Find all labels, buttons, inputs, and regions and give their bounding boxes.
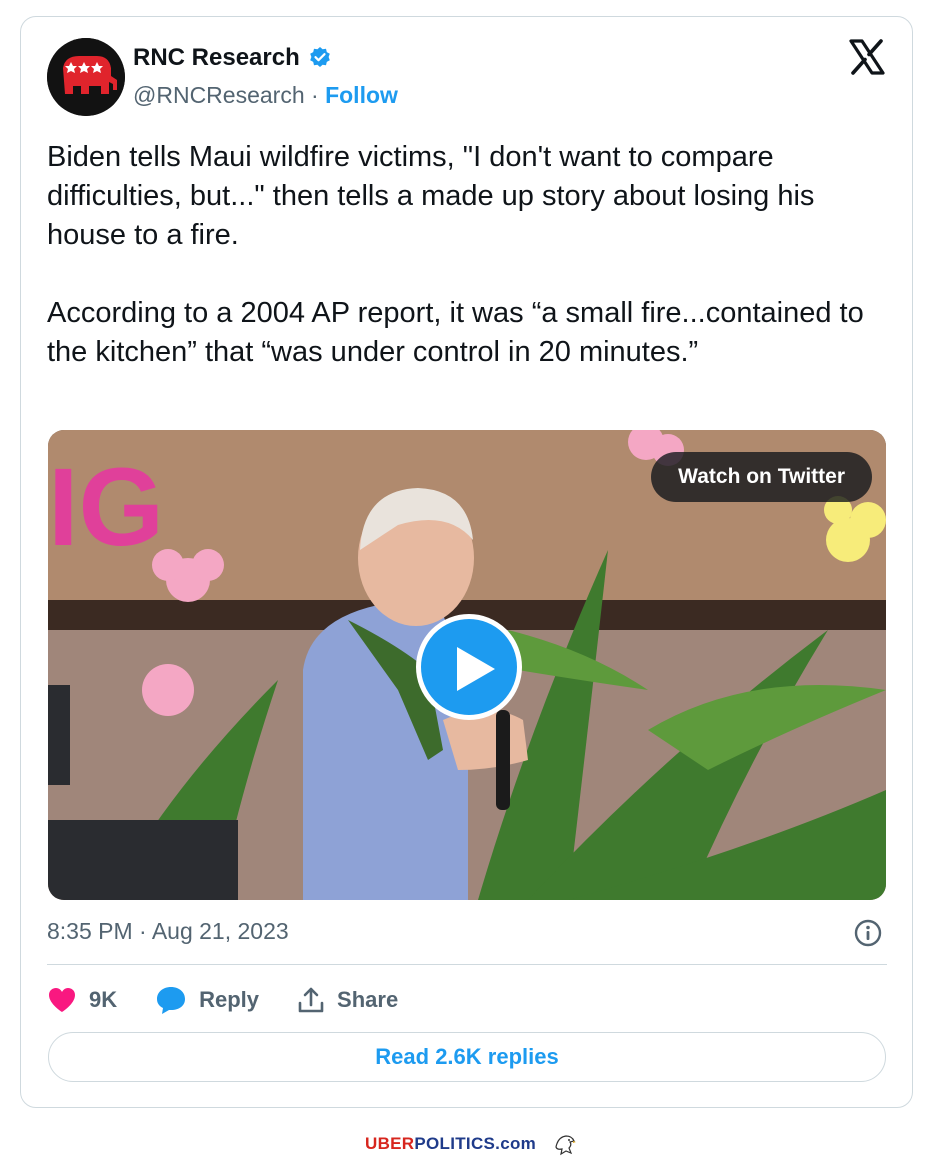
reply-label: Reply <box>199 987 260 1012</box>
like-count: 9K <box>89 987 118 1012</box>
author-handle-row: @RNCResearch · Follow <box>133 82 398 109</box>
follow-button[interactable]: Follow <box>325 82 398 108</box>
read-replies-button[interactable]: Read 2.6K replies <box>48 1032 886 1082</box>
backdrop-letters: IG <box>48 446 164 569</box>
handle-separator: · <box>304 82 326 108</box>
avatar[interactable] <box>47 38 125 116</box>
reply-bubble-icon <box>157 987 186 1014</box>
x-logo-icon[interactable] <box>848 38 886 76</box>
share-label: Share <box>337 987 399 1012</box>
heart-icon <box>49 988 75 1012</box>
watch-on-twitter-button[interactable]: Watch on Twitter <box>651 452 872 502</box>
tweet-text: Biden tells Maui wildfire victims, "I do… <box>47 141 864 368</box>
share-button[interactable]: Share <box>297 986 398 1014</box>
video-player[interactable]: IG Watch on Twitter <box>48 430 886 900</box>
tweet-timestamp[interactable]: 8:35 PM · Aug 21, 2023 <box>47 918 289 945</box>
verified-badge-icon <box>309 47 330 67</box>
info-icon[interactable] <box>853 918 883 948</box>
reply-button[interactable]: Reply <box>155 985 259 1015</box>
tweet-actions: 9K Reply Share <box>47 982 436 1018</box>
author-handle[interactable]: @RNCResearch <box>133 82 305 108</box>
brand-rest: POLITICS.com <box>414 1134 537 1153</box>
watermark: UBERPOLITICS.com <box>365 1131 578 1157</box>
share-icon <box>298 987 324 1013</box>
play-button[interactable] <box>416 614 522 720</box>
divider <box>47 964 887 965</box>
brand-name[interactable]: UBERPOLITICS.com <box>365 1134 536 1154</box>
play-icon <box>457 647 495 691</box>
like-button[interactable]: 9K <box>47 986 117 1014</box>
brand-uber: UBER <box>365 1134 415 1153</box>
eagle-icon <box>555 1135 577 1156</box>
gop-elephant-icon <box>47 38 125 116</box>
author-name-row: RNC Research <box>133 44 332 72</box>
author-name[interactable]: RNC Research <box>133 44 300 72</box>
